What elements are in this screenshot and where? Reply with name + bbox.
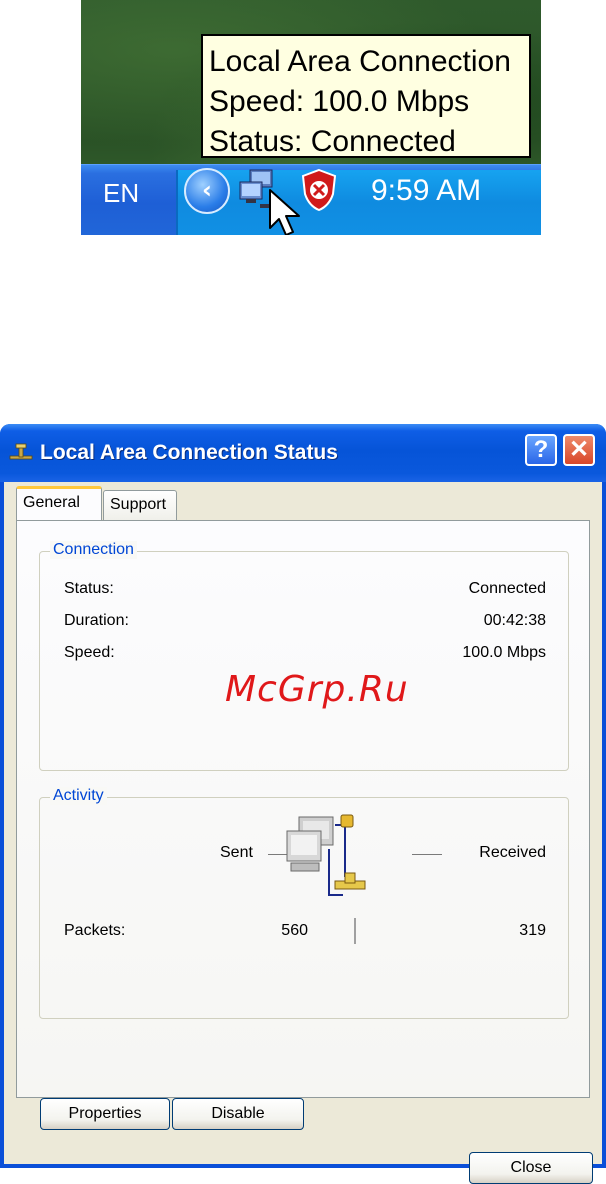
dialog-client-area: General Support Connection Status: Conne…	[4, 482, 602, 1184]
network-connection-icon	[9, 443, 33, 460]
packets-label: Packets:	[64, 922, 126, 939]
connection-group: Connection Status: Connected Duration: 0…	[39, 541, 569, 771]
connection-status-dialog: Local Area Connection Status ? ✕ General…	[0, 424, 606, 1184]
network-activity-icon	[286, 814, 366, 896]
packets-separator	[354, 918, 356, 944]
status-value: Connected	[468, 580, 546, 597]
close-button[interactable]: Close	[469, 1152, 593, 1184]
received-label: Received	[479, 844, 546, 861]
title-close-button[interactable]: ✕	[563, 434, 595, 466]
notification-area	[176, 170, 541, 235]
tooltip-connection-name: Local Area Connection	[209, 45, 511, 78]
tooltip-speed: Speed: 100.0 Mbps	[209, 85, 470, 118]
disable-button[interactable]: Disable	[172, 1098, 304, 1130]
duration-value: 00:42:38	[483, 612, 546, 629]
title-bar[interactable]: Local Area Connection Status ? ✕	[0, 424, 606, 482]
show-hidden-icons-icon[interactable]: ‹	[184, 168, 230, 214]
activity-legend: Activity	[50, 787, 107, 805]
connection-legend: Connection	[50, 541, 137, 559]
help-button[interactable]: ?	[525, 434, 557, 466]
tooltip-status: Status: Connected	[209, 125, 456, 158]
packets-sent-value: 560	[281, 922, 308, 939]
properties-button[interactable]: Properties	[40, 1098, 170, 1130]
packets-received-value: 319	[519, 922, 546, 939]
network-tooltip: Local Area Connection Speed: 100.0 Mbps …	[201, 34, 531, 158]
language-indicator[interactable]: EN	[103, 178, 139, 209]
taskbar-clock[interactable]: 9:59 AM	[371, 174, 481, 208]
mouse-cursor-icon	[269, 189, 300, 235]
taskbar-screenshot: EN ‹ 9:59 AM Local Area Connection Speed…	[81, 0, 541, 235]
status-label: Status:	[64, 580, 114, 597]
tab-support[interactable]: Support	[103, 490, 177, 520]
dialog-title: Local Area Connection Status	[40, 441, 338, 464]
tab-general[interactable]: General	[16, 486, 102, 520]
speed-label: Speed:	[64, 644, 115, 661]
duration-label: Duration:	[64, 612, 129, 629]
general-tab-page: Connection Status: Connected Duration: 0…	[16, 520, 590, 1098]
received-divider	[412, 854, 442, 855]
speed-value: 100.0 Mbps	[462, 644, 546, 661]
sent-label: Sent	[220, 844, 253, 861]
watermark: McGrp.Ru	[225, 669, 409, 710]
